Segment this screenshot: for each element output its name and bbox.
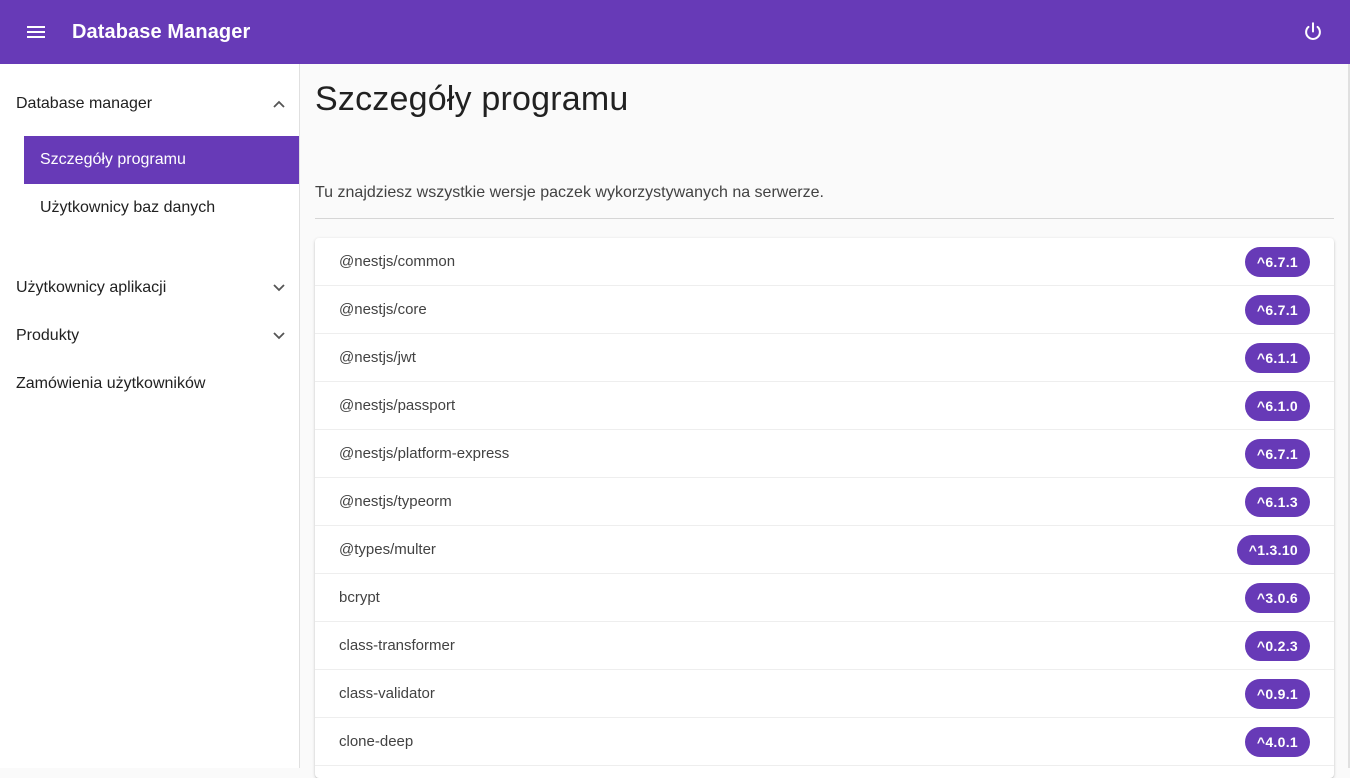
hamburger-menu-icon[interactable] [24, 20, 48, 44]
sidebar-group-label: Database manager [16, 95, 153, 112]
version-badge: ^6.7.1 [1244, 439, 1310, 469]
chevron-down-icon [270, 276, 288, 300]
package-name: @nestjs/common [339, 253, 456, 270]
package-name: @nestjs/typeorm [339, 493, 452, 510]
app-title: Database Manager [72, 21, 251, 43]
list-item[interactable]: class-transformer ^0.2.3 [315, 622, 1334, 670]
sidebar-group-uzytkownicy-aplikacji[interactable]: Użytkownicy aplikacji [0, 264, 299, 312]
package-name: @nestjs/core [339, 301, 427, 318]
version-badge: ^0.2.3 [1244, 631, 1310, 661]
chevron-down-icon [270, 324, 288, 348]
list-item[interactable]: @nestjs/platform-express ^6.7.1 [315, 430, 1334, 478]
package-name: class-validator [339, 685, 435, 702]
list-item[interactable]: @nestjs/core ^6.7.1 [315, 286, 1334, 334]
version-badge: ^6.1.3 [1244, 487, 1310, 517]
package-name: @nestjs/jwt [339, 349, 416, 366]
sidebar-group-label: Produkty [16, 327, 80, 344]
version-badge: ^0.9.1 [1244, 679, 1310, 709]
sidebar-item-label: Użytkownicy baz danych [40, 199, 216, 216]
list-item[interactable]: class-validator ^0.9.1 [315, 670, 1334, 718]
sidebar-group-database-manager[interactable]: Database manager [0, 80, 299, 128]
sidebar-item-label: Szczegóły programu [40, 151, 186, 168]
sidebar-item-zamowienia-uzytkownikow[interactable]: Zamówienia użytkowników [0, 360, 299, 408]
version-badge: ^4.0.1 [1244, 727, 1310, 757]
sidebar-group-label: Zamówienia użytkowników [16, 375, 206, 392]
sidebar-group-produkty[interactable]: Produkty [0, 312, 299, 360]
package-name: class-transformer [339, 637, 455, 654]
list-item[interactable]: clone-deep ^4.0.1 [315, 718, 1334, 766]
list-item[interactable]: @types/multer ^1.3.10 [315, 526, 1334, 574]
chevron-up-icon [270, 92, 288, 116]
list-item[interactable]: @nestjs/jwt ^6.1.1 [315, 334, 1334, 382]
package-name: clone-deep [339, 733, 414, 750]
package-name: bcrypt [339, 589, 380, 606]
list-item[interactable]: @nestjs/common ^6.7.1 [315, 238, 1334, 286]
sidebar-item-szczegoly-programu[interactable]: Szczegóły programu [24, 136, 299, 184]
page-description: Tu znajdziesz wszystkie wersje paczek wy… [315, 184, 824, 201]
list-item[interactable]: @nestjs/typeorm ^6.1.3 [315, 478, 1334, 526]
version-badge: ^3.0.6 [1244, 583, 1310, 613]
sidebar-item-uzytkownicy-baz-danych[interactable]: Użytkownicy baz danych [24, 184, 299, 232]
package-name: @nestjs/passport [339, 397, 456, 414]
divider [315, 218, 1334, 219]
main-content: Szczegóły programu Tu znajdziesz wszystk… [300, 64, 1348, 778]
package-name: @nestjs/platform-express [339, 445, 510, 462]
page-title: Szczegóły programu [315, 80, 629, 118]
version-badge: ^6.7.1 [1244, 247, 1310, 277]
package-list: @nestjs/common ^6.7.1 @nestjs/core ^6.7.1 @n… [315, 238, 1334, 778]
app-bar: Database Manager [0, 0, 1350, 64]
package-name: @types/multer [339, 541, 436, 558]
version-badge: ^6.1.0 [1244, 391, 1310, 421]
version-badge: ^6.7.1 [1244, 295, 1310, 325]
sidebar-group-label: Użytkownicy aplikacji [16, 279, 167, 296]
version-badge: ^1.3.10 [1236, 535, 1310, 565]
sidebar: Database manager Szczegóły programu Użyt… [0, 64, 300, 768]
list-item[interactable]: @nestjs/passport ^6.1.0 [315, 382, 1334, 430]
list-item[interactable]: bcrypt ^3.0.6 [315, 574, 1334, 622]
version-badge: ^6.1.1 [1244, 343, 1310, 373]
power-icon[interactable] [1301, 20, 1325, 44]
